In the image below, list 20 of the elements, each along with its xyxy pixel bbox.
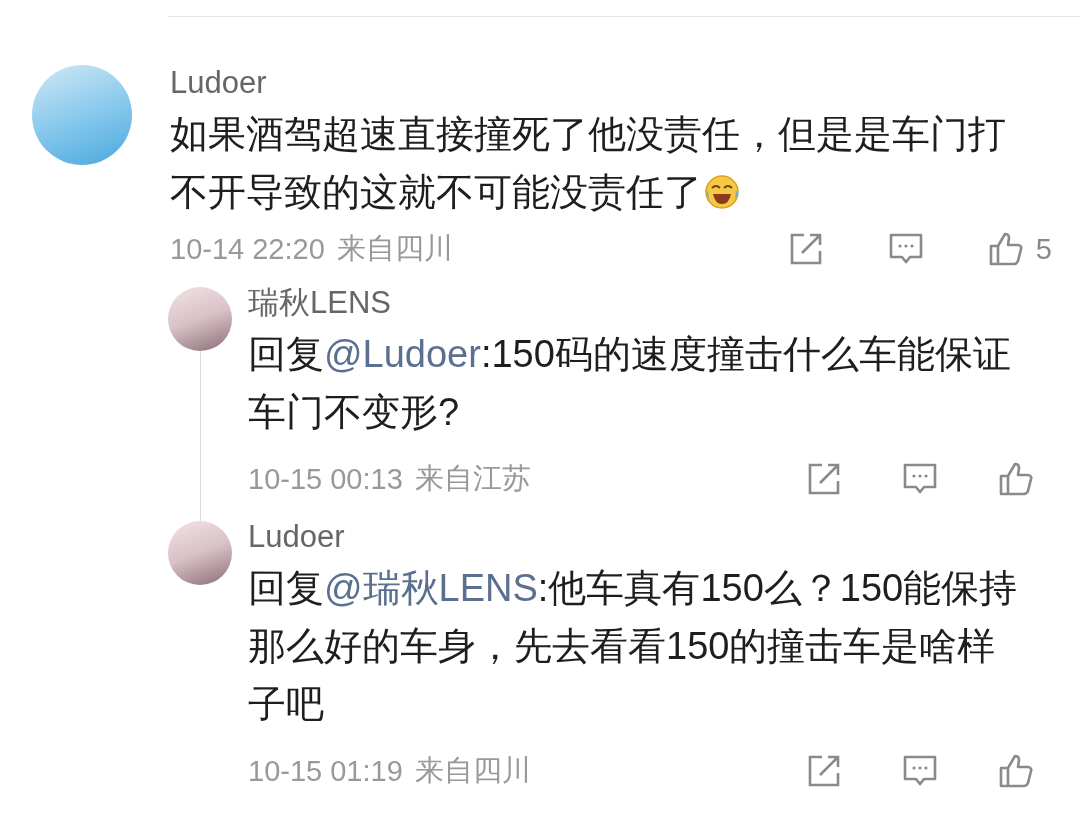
comment-text: 如果酒驾超速直接撞死了他没责任，但是是车门打不开导致的这就不可能没责任了 xyxy=(170,112,1007,215)
thumbs-up-icon[interactable] xyxy=(998,753,1034,789)
share-icon[interactable] xyxy=(806,461,842,497)
username[interactable]: Ludoer xyxy=(170,63,1052,103)
timestamp: 10-14 22:20 xyxy=(170,232,325,266)
location-text: 来自四川 xyxy=(336,231,453,266)
username[interactable]: Ludoer xyxy=(248,517,1042,557)
mention-link[interactable]: @瑞秋LENS xyxy=(324,567,538,609)
timestamp: 10-15 01:19 xyxy=(248,754,403,788)
timestamp: 10-15 00:13 xyxy=(248,462,403,496)
location-text: 来自江苏 xyxy=(414,461,531,496)
thumbs-up-icon[interactable] xyxy=(987,231,1024,267)
comment-text: 回复@瑞秋LENS:他车真有150么？150能保持那么好的车身，先去看看150的撞击车是啥样子吧 xyxy=(248,566,1019,727)
location-text: 来自四川 xyxy=(414,753,531,788)
mention-link[interactable]: @Ludoer xyxy=(324,333,481,375)
comment-text: 回复@Ludoer:150码的速度撞击什么车能保证车门不变形? xyxy=(248,332,1012,435)
username[interactable]: 瑞秋LENS xyxy=(248,283,1042,323)
thumbs-up-icon[interactable] xyxy=(998,461,1034,497)
like-count: 5 xyxy=(1035,232,1052,266)
share-icon[interactable] xyxy=(806,753,842,789)
